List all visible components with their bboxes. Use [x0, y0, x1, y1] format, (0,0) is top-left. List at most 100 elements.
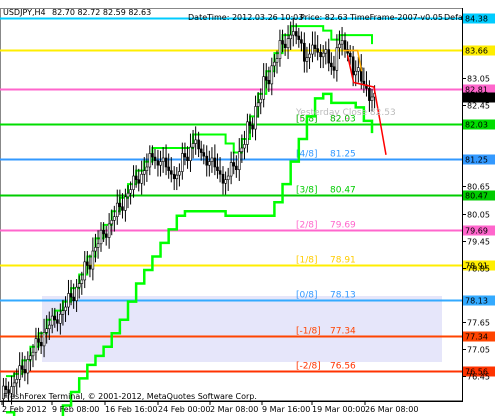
- candle-body: [354, 70, 358, 76]
- time-tick-label: 24 Feb 00:00: [158, 405, 210, 414]
- level-value-m0: 78.13: [330, 291, 356, 301]
- candle-body: [240, 147, 244, 152]
- candle-body: [88, 265, 92, 270]
- candle-body: [167, 166, 170, 171]
- time-tick-label: 19 Mar 00:00: [312, 405, 365, 414]
- level-name-m0: [0/8]: [296, 291, 318, 301]
- candle-body: [324, 49, 328, 54]
- candle-body: [129, 189, 132, 194]
- candle-body: [194, 139, 197, 144]
- level-tag-text-m3: 80.47: [465, 192, 488, 201]
- candle-body: [191, 143, 195, 148]
- candle-body: [229, 162, 233, 177]
- candle-body: [153, 156, 157, 161]
- candle-body: [104, 233, 108, 238]
- candle-body: [39, 341, 43, 347]
- level-name-m-2: [-2/8]: [296, 362, 321, 372]
- candle-body: [34, 338, 38, 353]
- candle-body: [348, 52, 352, 58]
- shaded-zone: [42, 296, 442, 362]
- candle-body: [264, 76, 268, 81]
- candle-body: [332, 66, 336, 71]
- candle-body: [148, 153, 152, 168]
- candle-body: [294, 31, 298, 37]
- candle-body: [53, 315, 57, 320]
- candle-body: [64, 306, 67, 311]
- candle-body: [140, 173, 143, 184]
- candle-body: [316, 48, 319, 53]
- candle-body: [15, 379, 19, 384]
- price-tick-label: 79.45: [467, 238, 490, 247]
- candle-body: [45, 328, 48, 333]
- candle-body: [159, 161, 162, 166]
- candle-body: [254, 106, 257, 130]
- candle-body: [172, 173, 176, 180]
- candle-body: [291, 31, 295, 36]
- candle-body: [340, 40, 344, 45]
- candle-body: [330, 62, 333, 68]
- candle-body: [169, 170, 173, 175]
- price-tick-label: 83.05: [467, 75, 490, 84]
- time-tick-label: 16 Feb 16:00: [105, 405, 157, 414]
- candle-body: [175, 174, 179, 180]
- candle-body: [226, 175, 230, 180]
- candle-body: [113, 216, 116, 221]
- candle-body: [72, 296, 75, 302]
- candle-body: [338, 43, 341, 49]
- candle-body: [59, 313, 62, 324]
- candle-body: [237, 151, 241, 171]
- candle-body: [321, 52, 325, 58]
- candle-body: [161, 157, 165, 162]
- info-timeframe: TimeFrame-2007-v0.05: [349, 13, 443, 22]
- candle-body: [124, 196, 127, 211]
- price-tick-label: 80.05: [467, 211, 490, 220]
- candle-body: [224, 179, 227, 184]
- candle-body: [235, 165, 238, 171]
- candle-body: [142, 170, 146, 175]
- candle-body: [243, 144, 246, 149]
- candle-body: [83, 261, 87, 281]
- symbol-ohlc: 82.70 82.72 82.59 82.63: [52, 8, 151, 17]
- candle-body: [270, 65, 274, 85]
- candle-body: [94, 247, 97, 252]
- candle-body: [289, 34, 292, 40]
- candle-body: [110, 220, 114, 225]
- candle-body: [121, 206, 124, 211]
- candle-body: [246, 121, 249, 145]
- candle-body: [47, 324, 51, 330]
- candle-body: [96, 243, 100, 248]
- candle-body: [232, 162, 236, 167]
- candle-body: [213, 157, 217, 168]
- info-datetime: DateTime: 2012.03.26 10:03: [188, 13, 303, 22]
- level-value-m1: 78.91: [330, 256, 356, 266]
- candle-body: [351, 56, 355, 76]
- chart-window[interactable]: 84.3883.6682.8182.03[6/8]82.982.03[5/8]8…: [0, 0, 495, 416]
- chart-canvas[interactable]: 84.3883.6682.8182.03[6/8]82.982.03[5/8]8…: [0, 0, 495, 416]
- symbol-title: USDJPY,H4: [3, 8, 46, 17]
- level-value-m3: 80.47: [330, 186, 356, 196]
- candle-body: [199, 148, 203, 153]
- level-value-m-2: 76.56: [330, 362, 356, 372]
- footer-copyright: FreshForex Terminal, © 2001-2012, MetaQu…: [3, 392, 257, 401]
- candle-body: [210, 157, 214, 162]
- candle-body: [102, 229, 105, 235]
- candle-body: [205, 155, 209, 166]
- candle-body: [297, 35, 301, 40]
- candle-body: [145, 166, 149, 171]
- price-tick-label: 77.05: [467, 346, 490, 355]
- candle-body: [20, 365, 24, 370]
- candle-body: [132, 175, 135, 190]
- candle-body: [208, 161, 211, 166]
- candle-body: [186, 156, 189, 161]
- level-value-m4: 81.25: [330, 150, 356, 160]
- candle-body: [335, 47, 339, 71]
- price-tick-label: 77.65: [467, 319, 490, 328]
- price-tick-label: 82.45: [467, 102, 490, 111]
- info-truncated: Defa: [444, 13, 463, 22]
- level-name-m2: [2/8]: [296, 221, 318, 231]
- candle-body: [327, 49, 331, 64]
- level-name-m-1: [-1/8]: [296, 327, 321, 337]
- candle-body: [4, 385, 8, 391]
- candle-body: [107, 223, 111, 238]
- candle-body: [12, 382, 16, 387]
